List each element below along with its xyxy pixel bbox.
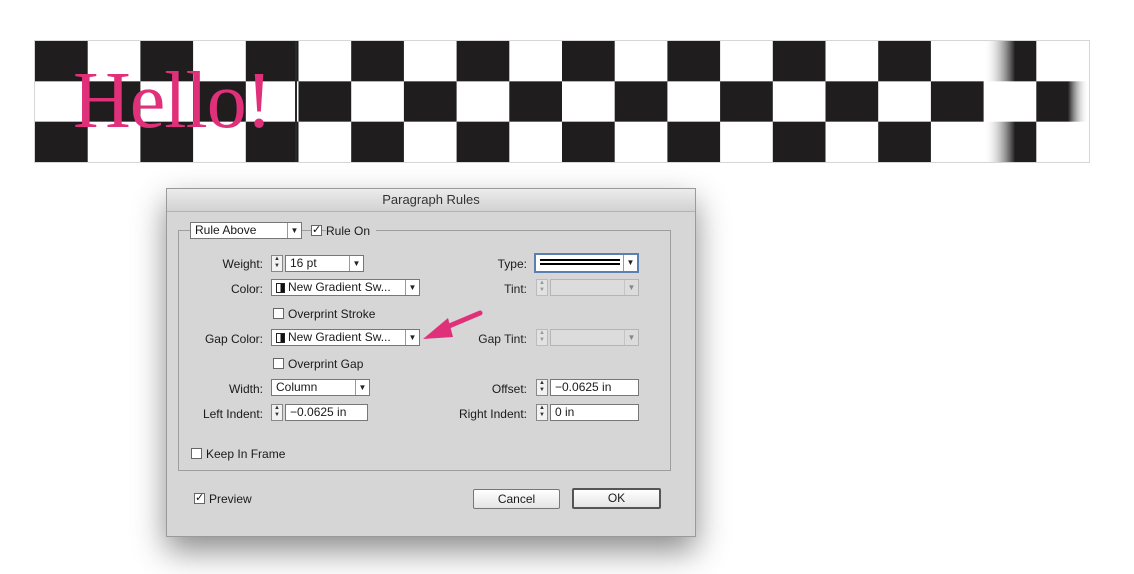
- annotation-arrow: [423, 310, 483, 339]
- arrow-head-icon: [423, 318, 453, 339]
